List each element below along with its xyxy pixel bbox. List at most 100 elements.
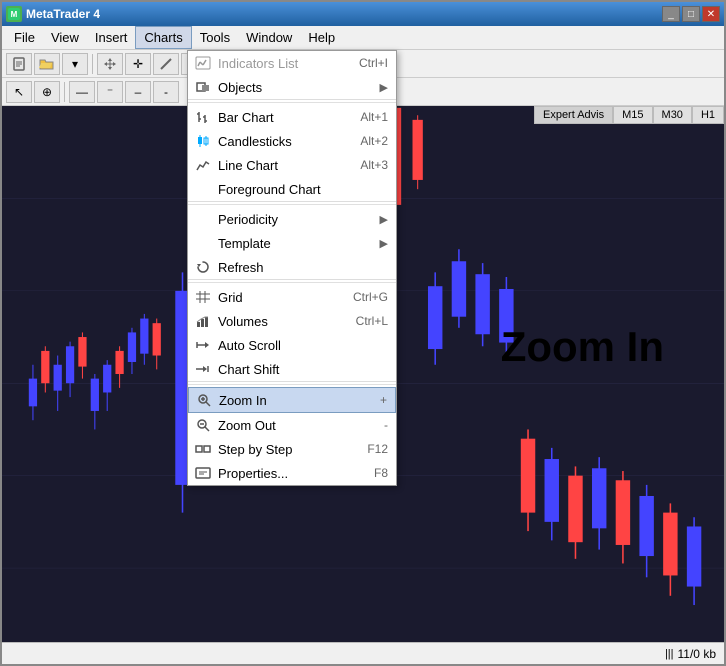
properties-label: Properties...: [218, 466, 366, 481]
dash3-btn[interactable]: –: [125, 81, 151, 103]
zoom-in-icon: [193, 391, 215, 409]
menu-item-template[interactable]: Template ▶: [188, 231, 396, 255]
candlesticks-label: Candlesticks: [218, 134, 352, 149]
new-btn[interactable]: [6, 53, 32, 75]
status-icon: |||: [665, 648, 674, 660]
bar-chart-label: Bar Chart: [218, 110, 352, 125]
main-window: M MetaTrader 4 _ □ ✕ File View Insert Ch…: [0, 0, 726, 666]
window-title: MetaTrader 4: [26, 7, 100, 21]
app-icon: M: [6, 6, 22, 22]
title-bar: M MetaTrader 4 _ □ ✕: [2, 2, 724, 26]
line-chart-label: Line Chart: [218, 158, 352, 173]
charts-dropdown: Indicators List Ctrl+I Objects ▶: [187, 50, 397, 486]
tab-expert-advisor[interactable]: Expert Advis: [534, 106, 613, 124]
candlesticks-shortcut: Alt+2: [360, 134, 388, 148]
properties-icon: [192, 464, 214, 482]
menu-item-step-by-step[interactable]: Step by Step F12: [188, 437, 396, 461]
svg-text:M: M: [11, 10, 18, 19]
menu-item-candlesticks[interactable]: Candlesticks Alt+2: [188, 129, 396, 153]
cursor-btn[interactable]: ↖: [6, 81, 32, 103]
menu-item-indicators[interactable]: Indicators List Ctrl+I: [188, 51, 396, 75]
menu-item-zoom-in[interactable]: Zoom In +: [188, 387, 396, 413]
menu-item-refresh[interactable]: Refresh: [188, 255, 396, 279]
sep-4: [188, 384, 396, 385]
step-icon: [192, 440, 214, 458]
menu-item-chart-shift[interactable]: Chart Shift: [188, 357, 396, 381]
line-chart-shortcut: Alt+3: [360, 158, 388, 172]
sep-1: [92, 54, 93, 74]
tab-m30[interactable]: M30: [653, 106, 692, 124]
menu-item-auto-scroll[interactable]: Auto Scroll: [188, 333, 396, 357]
volumes-icon: [192, 312, 214, 330]
move-btn[interactable]: [97, 53, 123, 75]
objects-icon: [192, 78, 214, 96]
objects-arrow: ▶: [380, 81, 388, 94]
volumes-label: Volumes: [218, 314, 348, 329]
menu-section-5: Zoom In + Zoom Out -: [188, 387, 396, 485]
refresh-label: Refresh: [218, 260, 388, 275]
chart-shift-icon: [192, 360, 214, 378]
indicators-icon: [192, 54, 214, 72]
menu-view[interactable]: View: [43, 26, 87, 49]
open-btn[interactable]: [34, 53, 60, 75]
menu-section-2: Bar Chart Alt+1 Candlesticks Alt+2: [188, 105, 396, 202]
indicators-label: Indicators List: [218, 56, 351, 71]
close-button[interactable]: ✕: [702, 6, 720, 22]
menu-help[interactable]: Help: [300, 26, 343, 49]
zoom-out-label: Zoom Out: [218, 418, 376, 433]
dash2-btn[interactable]: ⁻: [97, 81, 123, 103]
menu-file[interactable]: File: [6, 26, 43, 49]
bar-chart-shortcut: Alt+1: [360, 110, 388, 124]
cross-btn[interactable]: ✛: [125, 53, 151, 75]
auto-scroll-label: Auto Scroll: [218, 338, 388, 353]
zoom-in-label: Zoom In: [219, 393, 372, 408]
menu-item-grid[interactable]: Grid Ctrl+G: [188, 285, 396, 309]
bar-chart-icon: [192, 108, 214, 126]
line-chart-icon: [192, 156, 214, 174]
sep-2: [64, 82, 65, 102]
sep-1: [188, 102, 396, 103]
crosshair-btn[interactable]: ⊕: [34, 81, 60, 103]
grid-shortcut: Ctrl+G: [353, 290, 388, 304]
periodicity-icon: [192, 210, 214, 228]
menu-item-volumes[interactable]: Volumes Ctrl+L: [188, 309, 396, 333]
menu-item-bar-chart[interactable]: Bar Chart Alt+1: [188, 105, 396, 129]
zoom-out-icon: [192, 416, 214, 434]
tab-h1[interactable]: H1: [692, 106, 724, 124]
properties-shortcut: F8: [374, 466, 388, 480]
tab-m15[interactable]: M15: [613, 106, 652, 124]
menu-section-1: Indicators List Ctrl+I Objects ▶: [188, 51, 396, 100]
menu-tools[interactable]: Tools: [192, 26, 238, 49]
menu-item-foreground-chart[interactable]: Foreground Chart: [188, 177, 396, 201]
dash4-btn[interactable]: -: [153, 81, 179, 103]
menu-bar: File View Insert Charts Tools Window Hel…: [2, 26, 724, 50]
status-bar: ||| 11/0 kb: [2, 642, 724, 664]
menu-window[interactable]: Window: [238, 26, 300, 49]
menu-item-properties[interactable]: Properties... F8: [188, 461, 396, 485]
minimize-button[interactable]: _: [662, 6, 680, 22]
zoom-in-shortcut: +: [380, 393, 387, 407]
menu-item-line-chart[interactable]: Line Chart Alt+3: [188, 153, 396, 177]
sep-3: [188, 282, 396, 283]
periodicity-arrow: ▶: [380, 213, 388, 226]
menu-item-zoom-out[interactable]: Zoom Out -: [188, 413, 396, 437]
menu-charts[interactable]: Charts: [135, 26, 191, 49]
grid-icon: [192, 288, 214, 306]
periodicity-label: Periodicity: [218, 212, 380, 227]
grid-label: Grid: [218, 290, 345, 305]
menu-item-objects[interactable]: Objects ▶: [188, 75, 396, 99]
open-arrow-btn[interactable]: ▾: [62, 53, 88, 75]
line-btn[interactable]: [153, 53, 179, 75]
step-shortcut: F12: [367, 442, 388, 456]
menu-insert[interactable]: Insert: [87, 26, 136, 49]
menu-item-periodicity[interactable]: Periodicity ▶: [188, 207, 396, 231]
step-by-step-label: Step by Step: [218, 442, 359, 457]
menu-section-4: Grid Ctrl+G Volumes Ctrl+L: [188, 285, 396, 382]
foreground-chart-icon: [192, 180, 214, 198]
objects-label: Objects: [218, 80, 380, 95]
template-label: Template: [218, 236, 380, 251]
title-bar-left: M MetaTrader 4: [6, 6, 100, 22]
dash1-btn[interactable]: —: [69, 81, 95, 103]
maximize-button[interactable]: □: [682, 6, 700, 22]
menu-section-3: Periodicity ▶ Template ▶ Refresh: [188, 207, 396, 280]
